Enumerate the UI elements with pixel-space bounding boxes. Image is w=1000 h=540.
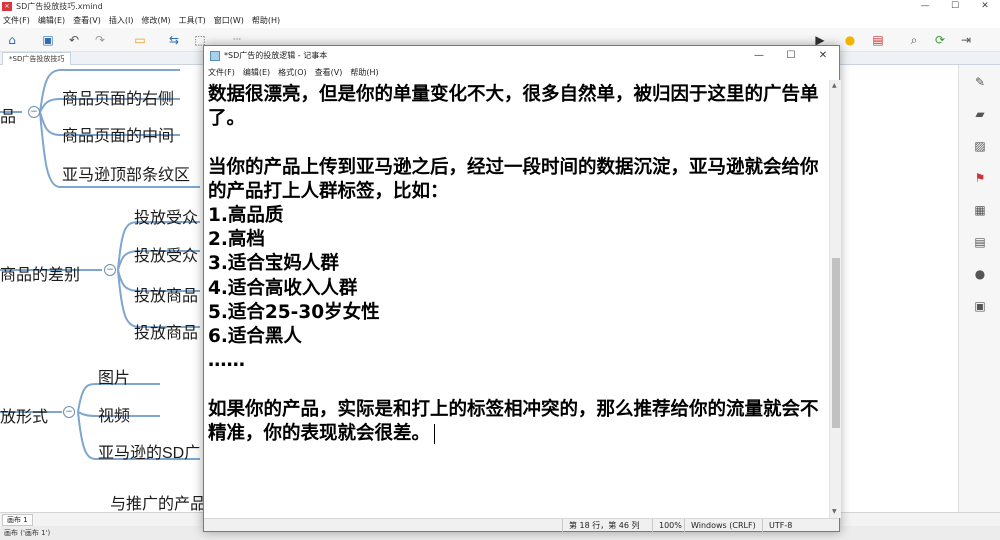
tab-sd-ad-tips[interactable]: *SD广告投放技巧 — [2, 52, 72, 65]
line-ending: Windows (CRLF) — [684, 519, 756, 532]
maximize-icon[interactable]: ☐ — [940, 0, 970, 13]
menu-edit[interactable]: 编辑(E) — [38, 13, 65, 28]
redo-icon[interactable]: ↷ — [92, 32, 108, 48]
menu-view[interactable]: 查看(V) — [73, 13, 101, 28]
subtopic-video[interactable]: 视频 — [98, 402, 130, 426]
task-icon[interactable]: ▣ — [971, 297, 989, 315]
minimize-icon[interactable]: — — [743, 46, 775, 66]
vertical-scrollbar[interactable]: ▲ ▼ — [829, 80, 841, 518]
notes-icon[interactable]: ▤ — [971, 233, 989, 251]
marker-icon[interactable]: ⚑ — [971, 169, 989, 187]
notepad-content: 数据很漂亮，但是你的单量变化不大，很多自然单，被归因于这里的广告单了。 当你的产… — [208, 84, 819, 444]
cursor-position: 第 18 行，第 46 列 — [562, 519, 640, 532]
notepad-menubar: 文件(F) 编辑(E) 格式(O) 查看(V) 帮助(H) — [204, 66, 839, 80]
xmind-menubar: 文件(F) 编辑(E) 查看(V) 插入(I) 修改(M) 工具(T) 窗口(W… — [0, 13, 1000, 28]
maximize-icon[interactable]: ☐ — [775, 46, 807, 66]
subtopic-target-audience-2[interactable]: 投放受众 — [134, 242, 198, 266]
subtopic-image[interactable]: 图片 — [98, 364, 130, 388]
sheet-tab-1[interactable]: 画布 1 — [2, 514, 33, 526]
subtopic-target-product-2[interactable]: 投放商品 — [134, 319, 198, 343]
text-caret — [434, 423, 436, 444]
image-icon[interactable]: ▨ — [971, 137, 989, 155]
scrollbar-thumb[interactable] — [832, 258, 840, 428]
topic-ad-format[interactable]: 放形式 — [0, 403, 48, 427]
menu-edit[interactable]: 编辑(E) — [243, 66, 270, 80]
format-brush-icon[interactable]: ✎ — [971, 73, 989, 91]
notepad-statusbar: 第 18 行，第 46 列 100% Windows (CRLF) UTF-8 — [204, 518, 839, 532]
menu-file[interactable]: 文件(F) — [3, 13, 30, 28]
collapse-toggle-icon[interactable]: − — [63, 406, 75, 418]
paint-icon[interactable]: ▰ — [971, 105, 989, 123]
menu-format[interactable]: 格式(O) — [278, 66, 307, 80]
topic-icon[interactable]: ▭ — [132, 32, 148, 48]
notepad-titlebar: *SD广告的投放逻辑 - 记事本 — ☐ ✕ — [204, 46, 839, 66]
notepad-window-controls: — ☐ ✕ — [743, 46, 839, 66]
subtopic-amazon-sd-ad[interactable]: 亚马逊的SD广 — [98, 439, 200, 463]
menu-help[interactable]: 帮助(H) — [252, 13, 280, 28]
xmind-window-title: SD广告投放技巧.xmind — [16, 2, 103, 11]
topic-product[interactable]: 品 — [0, 103, 16, 127]
collapse-toggle-icon[interactable]: − — [104, 264, 116, 276]
lightbulb-icon[interactable]: ● — [842, 32, 858, 48]
share-icon[interactable]: ⟳ — [932, 32, 948, 48]
right-sidebar: ✎ ▰ ▨ ⚑ ▦ ▤ ● ▣ — [958, 65, 1000, 512]
undo-icon[interactable]: ↶ — [66, 32, 82, 48]
menu-window[interactable]: 窗口(W) — [214, 13, 244, 28]
topic-product-difference[interactable]: 商品的差别 — [0, 261, 80, 285]
close-icon[interactable]: ✕ — [807, 46, 839, 66]
gantt-icon[interactable]: ▤ — [870, 32, 886, 48]
menu-help[interactable]: 帮助(H) — [350, 66, 378, 80]
notepad-icon — [210, 51, 220, 61]
home-icon[interactable]: ⌂ — [4, 32, 20, 48]
menu-modify[interactable]: 修改(M) — [141, 13, 170, 28]
relationship-icon[interactable]: ⇆ — [166, 32, 182, 48]
subtopic-target-audience-1[interactable]: 投放受众 — [134, 204, 198, 228]
close-icon[interactable]: ✕ — [970, 0, 1000, 13]
subtopic-amazon-top-banner[interactable]: 亚马逊顶部条纹区 — [62, 161, 190, 185]
encoding: UTF-8 — [762, 519, 792, 532]
xmind-logo-icon: ✕ — [2, 2, 12, 11]
notepad-window-title: *SD广告的投放逻辑 - 记事本 — [224, 51, 328, 60]
scroll-up-icon[interactable]: ▲ — [832, 82, 837, 89]
notepad-window: *SD广告的投放逻辑 - 记事本 — ☐ ✕ 文件(F) 编辑(E) 格式(O)… — [203, 45, 841, 532]
save-icon[interactable]: ▣ — [40, 32, 56, 48]
minimize-icon[interactable]: — — [910, 0, 940, 13]
scroll-down-icon[interactable]: ▼ — [832, 508, 837, 515]
subtopic-product-page-middle[interactable]: 商品页面的中间 — [62, 122, 174, 146]
export-icon[interactable]: ⇥ — [958, 32, 974, 48]
subtopic-promoted-product[interactable]: 与推广的产品 — [110, 490, 206, 512]
comment-icon[interactable]: ● — [971, 265, 989, 283]
menu-insert[interactable]: 插入(I) — [109, 13, 134, 28]
menu-tools[interactable]: 工具(T) — [179, 13, 206, 28]
subtopic-target-product-1[interactable]: 投放商品 — [134, 282, 198, 306]
notepad-text-area[interactable]: 数据很漂亮，但是你的单量变化不大，很多自然单，被归因于这里的广告单了。 当你的产… — [204, 80, 829, 518]
menu-file[interactable]: 文件(F) — [208, 66, 235, 80]
style-icon[interactable]: ▦ — [971, 201, 989, 219]
zoom-level: 100% — [652, 519, 682, 532]
subtopic-product-page-right[interactable]: 商品页面的右侧 — [62, 85, 174, 109]
search-icon[interactable]: ⌕ — [906, 32, 922, 48]
xmind-titlebar: ✕ SD广告投放技巧.xmind — ☐ ✕ — [0, 0, 1000, 13]
menu-view[interactable]: 查看(V) — [315, 66, 343, 80]
collapse-toggle-icon[interactable]: − — [28, 106, 40, 118]
xmind-window-controls: — ☐ ✕ — [910, 0, 1000, 13]
